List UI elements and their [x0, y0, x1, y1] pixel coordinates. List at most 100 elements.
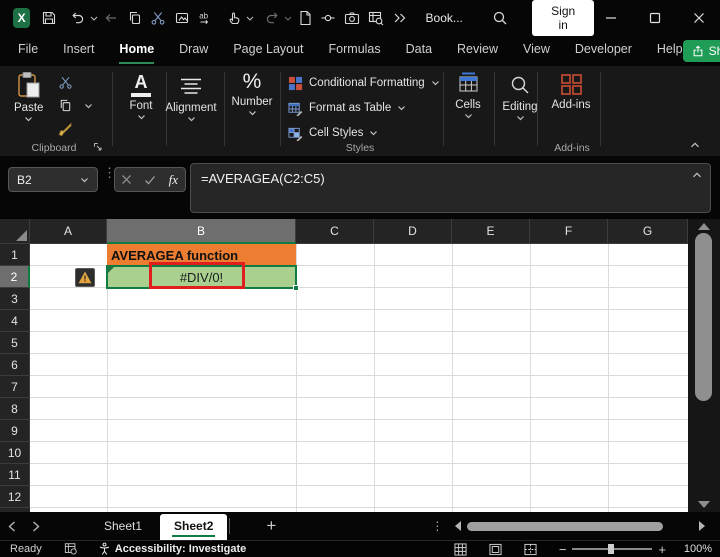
- copy-button-ribbon[interactable]: [58, 98, 73, 113]
- cells-group-button[interactable]: Cells: [448, 72, 488, 119]
- chevron-down-icon[interactable]: [90, 16, 98, 21]
- paste-button[interactable]: [171, 5, 192, 31]
- tab-data[interactable]: Data: [406, 38, 432, 64]
- tab-formulas[interactable]: Formulas: [329, 38, 381, 64]
- cell-styles-button[interactable]: Cell Styles: [288, 123, 378, 143]
- normal-view-button[interactable]: [454, 542, 467, 556]
- zoom-level[interactable]: 100%: [678, 543, 712, 555]
- chevron-down-icon[interactable]: [80, 177, 89, 183]
- page-layout-view-button[interactable]: [489, 543, 502, 556]
- number-group-button[interactable]: % Number: [226, 71, 278, 116]
- row-header-12[interactable]: 12: [0, 486, 30, 508]
- conditional-formatting-button[interactable]: Conditional Formatting: [288, 73, 440, 93]
- clipboard-dialog-launcher[interactable]: [93, 142, 103, 152]
- search-button[interactable]: [490, 5, 511, 31]
- tab-insert[interactable]: Insert: [63, 38, 94, 64]
- scroll-down-arrow-icon[interactable]: [698, 501, 710, 508]
- copy-button[interactable]: [124, 5, 145, 31]
- previous-sheet-button[interactable]: [0, 520, 24, 532]
- column-header-f[interactable]: F: [530, 219, 608, 244]
- scroll-up-arrow-icon[interactable]: [698, 223, 710, 230]
- row-header-8[interactable]: 8: [0, 398, 30, 420]
- row-header-6[interactable]: 6: [0, 354, 30, 376]
- save-button[interactable]: [39, 5, 60, 31]
- zoom-in-button[interactable]: +: [658, 542, 666, 557]
- tab-bar-options-button[interactable]: ⋮: [431, 520, 443, 532]
- column-header-c[interactable]: C: [296, 219, 374, 244]
- column-header-b[interactable]: B: [107, 219, 296, 244]
- collapse-ribbon-button[interactable]: [690, 142, 700, 148]
- accessibility-status[interactable]: Accessibility: Investigate: [98, 542, 246, 556]
- text-box-button[interactable]: [318, 5, 339, 31]
- camera-button[interactable]: [342, 5, 363, 31]
- new-sheet-button[interactable]: +: [266, 517, 276, 534]
- row-header-3[interactable]: 3: [0, 288, 30, 310]
- row-header-9[interactable]: 9: [0, 420, 30, 442]
- zoom-slider[interactable]: [572, 544, 653, 554]
- minimize-button[interactable]: [594, 3, 628, 33]
- qat-overflow-button[interactable]: [389, 5, 410, 31]
- new-file-button[interactable]: [295, 5, 316, 31]
- addins-button[interactable]: Add-ins: [545, 73, 597, 111]
- row-header-4[interactable]: 4: [0, 310, 30, 332]
- maximize-button[interactable]: [638, 3, 672, 33]
- tab-file[interactable]: File: [18, 38, 38, 64]
- tab-help[interactable]: Help: [657, 38, 683, 64]
- undo-button[interactable]: [66, 5, 90, 31]
- cell-b2[interactable]: #DIV/0!: [107, 266, 296, 288]
- column-header-g[interactable]: G: [608, 219, 688, 244]
- next-sheet-button[interactable]: [24, 520, 48, 532]
- find-replace-button[interactable]: ab: [195, 5, 216, 31]
- row-header-10[interactable]: 10: [0, 442, 30, 464]
- name-box[interactable]: B2: [8, 167, 98, 192]
- format-painter-button[interactable]: [57, 121, 74, 138]
- row-header-5[interactable]: 5: [0, 332, 30, 354]
- back-button[interactable]: [101, 5, 122, 31]
- editing-group-button[interactable]: Editing: [496, 72, 544, 121]
- horizontal-scrollbar[interactable]: [455, 518, 706, 534]
- vertical-scroll-thumb[interactable]: [695, 233, 712, 401]
- scroll-left-arrow-icon[interactable]: [455, 521, 462, 531]
- redo-button[interactable]: [260, 5, 284, 31]
- row-header-7[interactable]: 7: [0, 376, 30, 398]
- close-button[interactable]: [682, 3, 716, 33]
- sign-in-button[interactable]: Sign in: [532, 0, 594, 36]
- column-header-a[interactable]: A: [30, 219, 107, 244]
- tab-page-layout[interactable]: Page Layout: [233, 38, 303, 64]
- chevron-down-icon[interactable]: [246, 16, 254, 21]
- zoom-out-button[interactable]: −: [559, 542, 567, 557]
- horizontal-scroll-thumb[interactable]: [467, 521, 664, 531]
- row-header-1[interactable]: 1: [0, 244, 30, 266]
- tab-review[interactable]: Review: [457, 38, 498, 64]
- column-header-d[interactable]: D: [374, 219, 452, 244]
- cell-b1[interactable]: AVERAGEA function: [107, 244, 296, 266]
- column-header-e[interactable]: E: [452, 219, 530, 244]
- insert-function-button[interactable]: fx: [163, 172, 183, 188]
- name-manager-button[interactable]: [365, 5, 386, 31]
- select-all-corner[interactable]: [0, 219, 30, 244]
- sheet-tab-sheet1[interactable]: Sheet1: [86, 514, 160, 538]
- cut-button[interactable]: [148, 5, 169, 31]
- cancel-button[interactable]: [117, 174, 137, 185]
- sheet-tab-sheet2[interactable]: Sheet2: [160, 514, 228, 540]
- macro-record-button[interactable]: [64, 542, 78, 556]
- chevron-down-icon[interactable]: [84, 103, 93, 109]
- tab-draw[interactable]: Draw: [179, 38, 208, 64]
- chevron-down-icon[interactable]: [284, 16, 292, 21]
- row-header-11[interactable]: 11: [0, 464, 30, 486]
- cut-button-ribbon[interactable]: [58, 75, 73, 90]
- alignment-group-button[interactable]: Alignment: [158, 73, 224, 122]
- paste-button-ribbon[interactable]: Paste: [14, 71, 43, 122]
- row-header-2[interactable]: 2: [0, 266, 30, 288]
- tab-view[interactable]: View: [523, 38, 550, 64]
- tab-developer[interactable]: Developer: [575, 38, 632, 64]
- page-break-preview-button[interactable]: [524, 543, 537, 556]
- touch-mode-button[interactable]: [222, 5, 246, 31]
- tab-home[interactable]: Home: [119, 38, 155, 64]
- zoom-slider-thumb[interactable]: [608, 544, 615, 554]
- enter-button[interactable]: [140, 175, 160, 185]
- formula-input[interactable]: =AVERAGEA(C2:C5): [190, 163, 711, 213]
- format-as-table-button[interactable]: Format as Table: [288, 98, 406, 118]
- error-trace-button[interactable]: [75, 268, 95, 287]
- share-button[interactable]: Share: [682, 40, 720, 62]
